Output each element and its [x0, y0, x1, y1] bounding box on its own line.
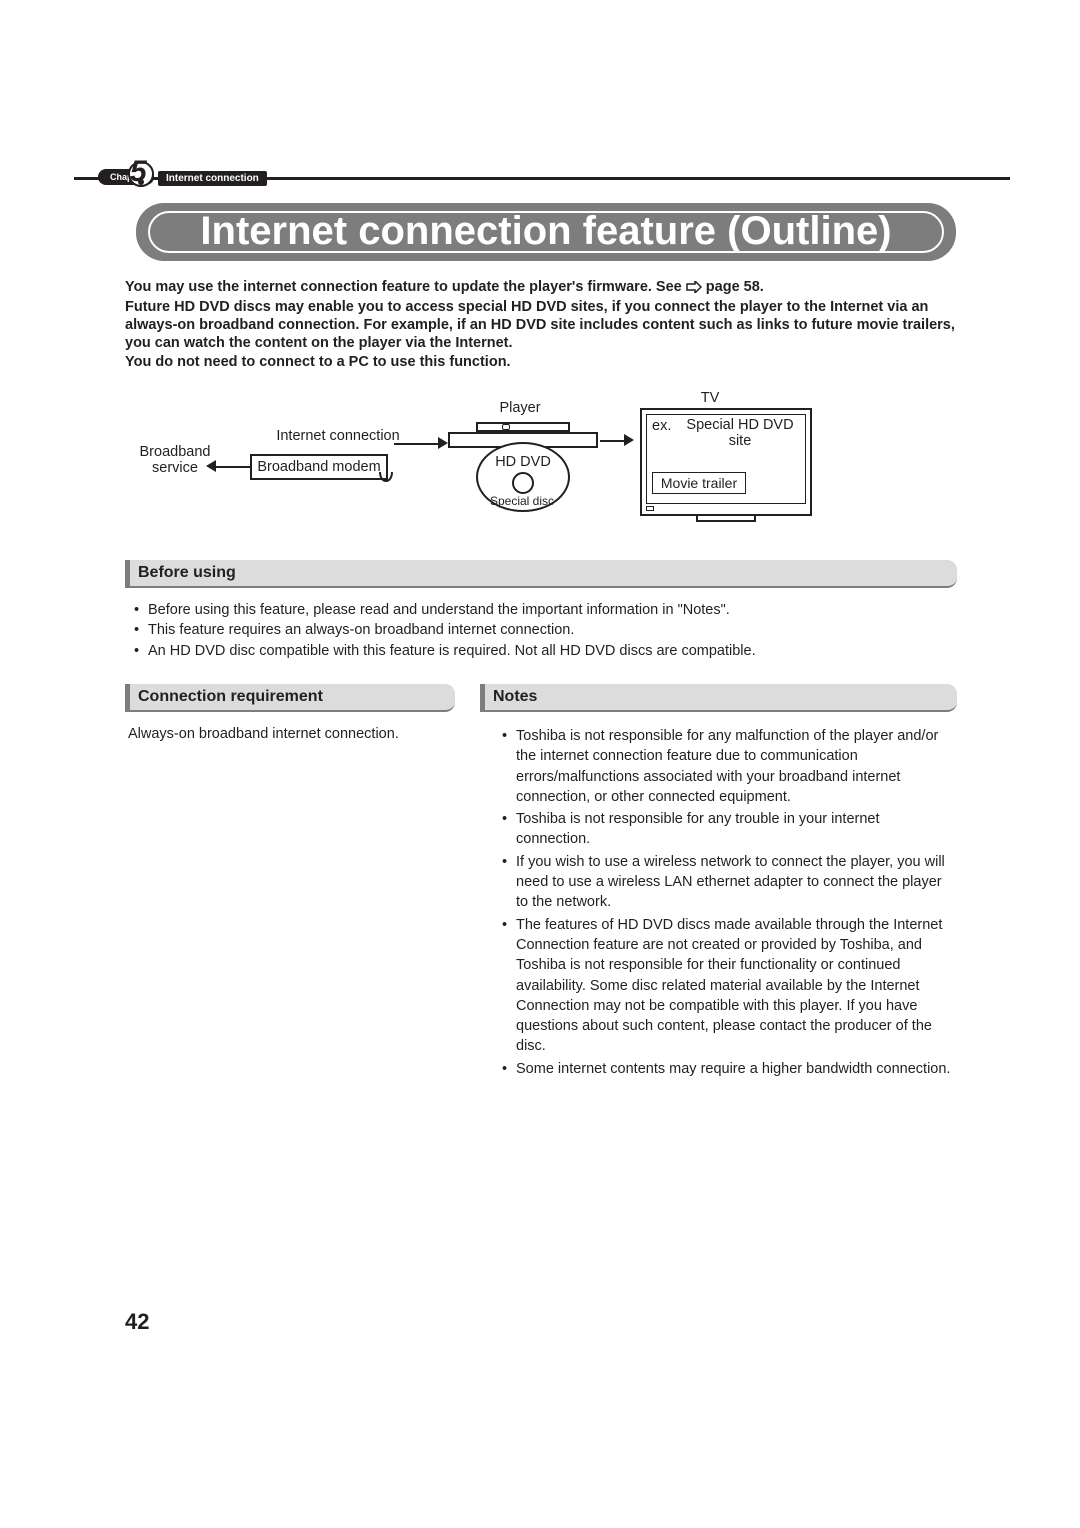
notes-item-2: If you wish to use a wireless network to…	[516, 854, 945, 911]
before-using-list: Before using this feature, please read a…	[134, 600, 954, 661]
diagram-player-label: Player	[480, 400, 560, 416]
diagram-special-site-label: Special HD DVD site	[680, 418, 800, 450]
notes-heading: Notes	[480, 684, 957, 712]
notes-item-0: Toshiba is not responsible for any malfu…	[516, 728, 938, 805]
connection-requirement-heading: Connection requirement	[125, 684, 455, 712]
notes-item-1: Toshiba is not responsible for any troub…	[516, 811, 880, 847]
before-using-heading: Before using	[125, 560, 957, 588]
intro-line1a: You may use the internet connection feat…	[125, 279, 686, 295]
page-number: 42	[125, 1309, 149, 1335]
before-using-item-0: Before using this feature, please read a…	[148, 602, 730, 618]
notes-list: Toshiba is not responsible for any malfu…	[502, 726, 957, 1081]
before-using-item-2: An HD DVD disc compatible with this feat…	[148, 643, 756, 659]
connection-requirement-title: Connection requirement	[138, 688, 323, 706]
diagram-hddvd-label: HD DVD	[476, 454, 570, 470]
diagram-internet-connection-label: Internet connection	[258, 428, 418, 444]
diagram-special-disc-label: Special disc	[472, 494, 572, 508]
chapter-number: 5	[130, 155, 146, 189]
list-item: Toshiba is not responsible for any troub…	[502, 809, 957, 850]
intro-line3: You do not need to connect to a PC to us…	[125, 354, 511, 370]
list-item: An HD DVD disc compatible with this feat…	[134, 641, 954, 661]
before-using-title: Before using	[138, 564, 236, 582]
notes-item-3: The features of HD DVD discs made availa…	[516, 917, 942, 1055]
diagram-tv-label: TV	[680, 390, 740, 406]
diagram-ex-label: ex.	[652, 418, 671, 434]
connection-diagram: Broadband service Internet connection Br…	[150, 400, 930, 540]
diagram-movie-trailer-button: Movie trailer	[652, 472, 746, 494]
chapter-title: Internet connection	[158, 171, 267, 186]
diagram-movie-trailer-label: Movie trailer	[661, 475, 737, 491]
notes-item-4: Some internet contents may require a hig…	[516, 1061, 950, 1077]
list-item: Some internet contents may require a hig…	[502, 1059, 957, 1079]
intro-paragraph: You may use the internet connection feat…	[125, 278, 957, 371]
list-item: If you wish to use a wireless network to…	[502, 852, 957, 913]
page: Chapter 5 Internet connection Internet c…	[0, 0, 1080, 1528]
modem-cable-icon	[378, 470, 396, 488]
list-item: Toshiba is not responsible for any malfu…	[502, 726, 957, 807]
diagram-modem-box: Broadband modem	[250, 454, 388, 480]
diagram-modem-label: Broadband modem	[257, 459, 380, 475]
list-item: This feature requires an always-on broad…	[134, 620, 954, 640]
before-using-item-1: This feature requires an always-on broad…	[148, 622, 574, 638]
intro-line1b: page 58.	[706, 279, 764, 295]
page-ref-arrow-icon	[686, 280, 702, 298]
list-item: Before using this feature, please read a…	[134, 600, 954, 620]
notes-title: Notes	[493, 688, 537, 706]
intro-line2: Future HD DVD discs may enable you to ac…	[125, 299, 955, 351]
list-item: The features of HD DVD discs made availa…	[502, 915, 957, 1057]
title-banner: Internet connection feature (Outline)	[136, 203, 956, 261]
connection-requirement-text: Always-on broadband internet connection.	[128, 726, 468, 742]
page-title: Internet connection feature (Outline)	[136, 209, 956, 254]
